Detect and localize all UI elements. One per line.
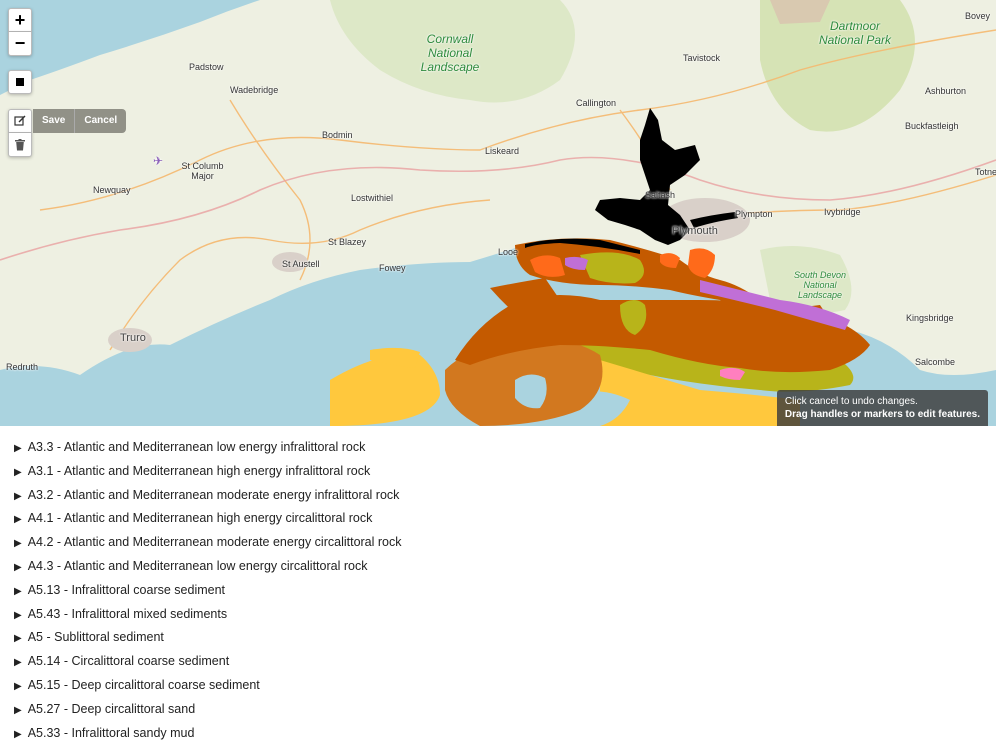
- legend-item[interactable]: ▶ A4.2 - Atlantic and Mediterranean moder…: [0, 531, 454, 555]
- place-label-buckfastleigh: Buckfastleigh: [905, 121, 959, 131]
- square-icon: [16, 78, 24, 86]
- airport-icon: ✈: [153, 154, 164, 168]
- place-label-redruth: Redruth: [6, 362, 39, 372]
- edit-icon: [14, 115, 26, 126]
- expand-arrow-icon: ▶: [14, 585, 22, 597]
- edit-actions-toolbar: Save Cancel: [33, 109, 127, 133]
- trash-icon: [15, 138, 25, 150]
- legend-item-label: A3.2 - Atlantic and Mediterranean modera…: [27, 487, 400, 502]
- place-label-kingsbridge: Kingsbridge: [906, 313, 954, 323]
- legend-item[interactable]: ▶ A4.1 - Atlantic and Mediterranean high …: [0, 507, 454, 531]
- expand-arrow-icon: ▶: [14, 728, 22, 740]
- legend-item[interactable]: ▶ A3.3 - Atlantic and Mediterranean low e…: [0, 436, 454, 460]
- expand-arrow-icon: ▶: [14, 680, 22, 692]
- legend-item-label: A5.33 - Infralittoral sandy mud: [27, 725, 195, 740]
- place-label-st-columb: St Columb Major: [181, 161, 224, 181]
- expand-arrow-icon: ▶: [14, 490, 22, 502]
- place-label-ivybridge: Ivybridge: [824, 207, 861, 217]
- legend-item-label: A5.43 - Infralittoral mixed sediments: [27, 606, 228, 621]
- place-label-ashburton: Ashburton: [925, 86, 967, 96]
- delete-layers-button[interactable]: [8, 133, 32, 157]
- draw-rectangle-button[interactable]: [8, 70, 32, 94]
- zoom-out-button[interactable]: −: [8, 32, 32, 56]
- legend-item[interactable]: ▶ A5.13 - Infralittoral coarse sediment: [0, 579, 454, 603]
- legend-item[interactable]: ▶ A5 - Sublittoral sediment: [0, 626, 454, 650]
- place-label-wadebridge: Wadebridge: [230, 85, 279, 95]
- legend-item[interactable]: ▶ A3.2 - Atlantic and Mediterranean moder…: [0, 484, 454, 508]
- expand-arrow-icon: ▶: [14, 443, 22, 454]
- legend-item-label: A4.3 - Atlantic and Mediterranean low en…: [27, 558, 368, 573]
- legend-item[interactable]: ▶ A4.3 - Atlantic and Mediterranean low e…: [0, 555, 454, 579]
- expand-arrow-icon: ▶: [14, 538, 22, 550]
- cancel-button[interactable]: Cancel: [74, 109, 126, 133]
- legend-item-label: A5.14 - Circalittoral coarse sediment: [27, 654, 230, 669]
- place-label-st-austell: St Austell: [282, 259, 320, 269]
- legend-item-label: A3.1 - Atlantic and Mediterranean high e…: [27, 463, 371, 478]
- legend-item-label: A4.1 - Atlantic and Mediterranean high e…: [27, 511, 373, 526]
- tooltip-line-2: Drag handles or markers to edit features…: [784, 409, 980, 420]
- place-label-lostwithiel: Lostwithiel: [351, 193, 394, 203]
- habitat-legend: ▶ A3.3 - Atlantic and Mediterranean low e…: [0, 426, 996, 746]
- place-label-st-blazey: St Blazey: [328, 237, 367, 247]
- place-label-plymouth: Plymouth: [672, 225, 718, 237]
- place-label-totnes: Totne: [975, 167, 996, 177]
- expand-arrow-icon: ▶: [14, 561, 22, 573]
- place-label-tavistock: Tavistock: [683, 53, 721, 63]
- legend-item-label: A5.15 - Deep circalittoral coarse sedime…: [27, 677, 260, 692]
- legend-item-label: A5.13 - Infralittoral coarse sediment: [27, 582, 226, 597]
- expand-arrow-icon: ▶: [14, 609, 22, 621]
- place-label-fowey: Fowey: [379, 263, 406, 273]
- legend-item[interactable]: ▶ A3.1 - Atlantic and Mediterranean high …: [0, 460, 454, 484]
- place-label-callington: Callington: [576, 98, 617, 108]
- place-label-bodmin: Bodmin: [322, 130, 353, 140]
- legend-item[interactable]: ▶ A5.43 - Infralittoral mixed sediments: [0, 603, 454, 627]
- expand-arrow-icon: ▶: [14, 633, 22, 645]
- expand-arrow-icon: ▶: [14, 657, 22, 669]
- expand-arrow-icon: ▶: [14, 704, 22, 716]
- place-label-salcombe: Salcombe: [915, 357, 956, 367]
- map-view[interactable]: Cornwall National Landscape Dartmoor Nat…: [0, 0, 996, 426]
- park-label-dartmoor: Dartmoor National Park: [818, 19, 892, 47]
- legend-item-label: A5.27 - Deep circalittoral sand: [27, 701, 196, 716]
- legend-item[interactable]: ▶ A5.33 - Infralittoral sandy mud: [0, 722, 454, 746]
- place-label-plympton: Plympton: [735, 209, 773, 219]
- tooltip-line-1: Click cancel to undo changes.: [784, 396, 918, 407]
- legend-item[interactable]: ▶ A5.15 - Deep circalittoral coarse sedim…: [0, 674, 454, 698]
- place-label-padstow: Padstow: [189, 62, 224, 72]
- legend-list: ▶ A3.3 - Atlantic and Mediterranean low e…: [0, 436, 996, 745]
- place-label-newquay: Newquay: [93, 185, 131, 195]
- edit-layers-button[interactable]: [8, 109, 32, 133]
- save-button[interactable]: Save: [33, 109, 74, 133]
- legend-item-label: A4.2 - Atlantic and Mediterranean modera…: [27, 535, 402, 550]
- place-label-saltash: Saltash: [645, 190, 676, 200]
- legend-item[interactable]: ▶ A5.27 - Deep circalittoral sand: [0, 698, 454, 722]
- expand-arrow-icon: ▶: [14, 514, 22, 526]
- park-label-south-devon: South Devon National Landscape: [793, 270, 847, 300]
- zoom-in-button[interactable]: +: [8, 8, 32, 32]
- legend-item[interactable]: ▶ A5.14 - Circalittoral coarse sediment: [0, 650, 454, 674]
- expand-arrow-icon: ▶: [14, 466, 22, 478]
- place-label-truro: Truro: [120, 332, 146, 344]
- place-label-looe: Looe: [498, 247, 519, 257]
- edit-tooltip: Click cancel to undo changes. Drag handl…: [776, 390, 988, 426]
- legend-item-label: A3.3 - Atlantic and Mediterranean low en…: [27, 440, 366, 454]
- park-label-cornwall: Cornwall National Landscape: [420, 32, 480, 74]
- legend-item-label: A5 - Sublittoral sediment: [27, 630, 164, 645]
- place-label-bovey: Bovey: [965, 11, 991, 21]
- place-label-liskeard: Liskeard: [485, 146, 520, 156]
